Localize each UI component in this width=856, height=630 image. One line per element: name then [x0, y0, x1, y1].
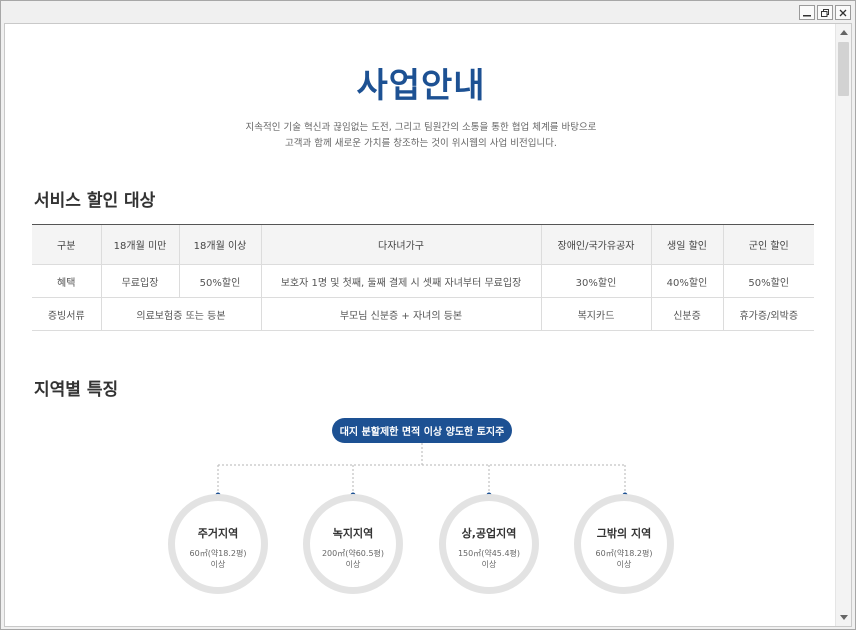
triangle-up-icon: [839, 30, 848, 35]
minimize-icon: [803, 14, 811, 16]
region-area: 150㎡(약45.4평): [457, 549, 521, 558]
table-cell: 무료입장: [100, 264, 179, 298]
table-row: 증빙서류 의료보험증 또는 등본 부모님 신분증 + 자녀의 등본 복지카드 신…: [32, 297, 814, 331]
region-name: 그밖의 지역: [596, 527, 652, 540]
scroll-up-button[interactable]: [836, 24, 851, 40]
close-icon: [839, 9, 847, 16]
region-root-label: 대지 분할제한 면적 이상 양도한 토지주: [332, 418, 512, 443]
close-button[interactable]: [835, 5, 851, 20]
table-cell: 보호자 1명 및 첫째, 둘째 결제 시 셋째 자녀부터 무료입장: [260, 264, 541, 298]
intro-line-2: 고객과 함께 새로운 가치를 창조하는 것이 위시웹의 사업 비전입니다.: [285, 138, 557, 149]
vertical-scrollbar[interactable]: [835, 24, 851, 626]
column-header: 군인 할인: [722, 224, 814, 265]
table-cell: 의료보험증 또는 등본: [100, 297, 261, 331]
region-area: 60㎡(약18.2평): [189, 549, 247, 558]
intro-line-1: 지속적인 기술 혁신과 끊임없는 도전, 그리고 팀원간의 소통을 통한 협업 …: [245, 122, 597, 133]
discount-table: 구분 18개월 미만 18개월 이상 다자녀가구 장애인/국가유공자 생일 할인…: [32, 224, 814, 331]
restore-button[interactable]: [817, 5, 833, 20]
scroll-down-button[interactable]: [836, 610, 851, 626]
region-commercial-industrial: 상,공업지역 150㎡(약45.4평) 이상: [439, 494, 539, 594]
region-connector-lines: [215, 443, 628, 498]
content-frame: 사업안내 지속적인 기술 혁신과 끊임없는 도전, 그리고 팀원간의 소통을 통…: [4, 23, 852, 627]
region-green: 녹지지역 200㎡(약60.5평) 이상: [303, 494, 403, 594]
page-title: 사업안내: [356, 66, 486, 106]
table-cell: 휴가증/외박증: [722, 297, 814, 331]
page-content: 사업안내 지속적인 기술 혁신과 끊임없는 도전, 그리고 팀원간의 소통을 통…: [5, 24, 837, 626]
table-row: 혜택 무료입장 50%할인 보호자 1명 및 첫째, 둘째 결제 시 셋째 자녀…: [32, 264, 814, 298]
window-controls: [799, 5, 851, 20]
table-cell: 부모님 신분증 + 자녀의 등본: [260, 297, 541, 331]
table-cell: 40%할인: [650, 264, 723, 298]
column-header: 장애인/국가유공자: [540, 224, 651, 265]
intro-text: 지속적인 기술 혁신과 끊임없는 도전, 그리고 팀원간의 소통을 통한 협업 …: [5, 120, 837, 152]
table-cell: 50%할인: [178, 264, 261, 298]
restore-icon: [821, 8, 829, 17]
discount-section-heading: 서비스 할인 대상: [34, 191, 156, 211]
browser-window: 사업안내 지속적인 기술 혁신과 끊임없는 도전, 그리고 팀원간의 소통을 통…: [0, 0, 856, 630]
column-header: 구분: [32, 224, 101, 265]
region-area: 60㎡(약18.2평): [595, 549, 653, 558]
table-cell: 복지카드: [540, 297, 651, 331]
region-other: 그밖의 지역 60㎡(약18.2평) 이상: [574, 494, 674, 594]
table-header-row: 구분 18개월 미만 18개월 이상 다자녀가구 장애인/국가유공자 생일 할인…: [32, 224, 814, 265]
table-cell: 혜택: [32, 264, 101, 298]
region-name: 녹지지역: [332, 527, 374, 540]
column-header: 생일 할인: [650, 224, 723, 265]
region-note: 이상: [616, 560, 632, 569]
region-residential: 주거지역 60㎡(약18.2평) 이상: [168, 494, 268, 594]
table-cell: 30%할인: [540, 264, 651, 298]
minimize-button[interactable]: [799, 5, 815, 20]
region-name: 주거지역: [197, 527, 239, 540]
triangle-down-icon: [839, 615, 848, 620]
region-name: 상,공업지역: [461, 527, 517, 540]
column-header: 다자녀가구: [260, 224, 541, 265]
region-section-heading: 지역별 특징: [34, 380, 119, 400]
table-cell: 증빙서류: [32, 297, 101, 331]
column-header: 18개월 미만: [100, 224, 179, 265]
table-cell: 신분증: [650, 297, 723, 331]
region-note: 이상: [345, 560, 361, 569]
table-cell: 50%할인: [722, 264, 814, 298]
scroll-thumb[interactable]: [838, 42, 849, 96]
column-header: 18개월 이상: [178, 224, 261, 265]
region-area: 200㎡(약60.5평): [321, 549, 385, 558]
region-note: 이상: [210, 560, 226, 569]
region-note: 이상: [481, 560, 497, 569]
